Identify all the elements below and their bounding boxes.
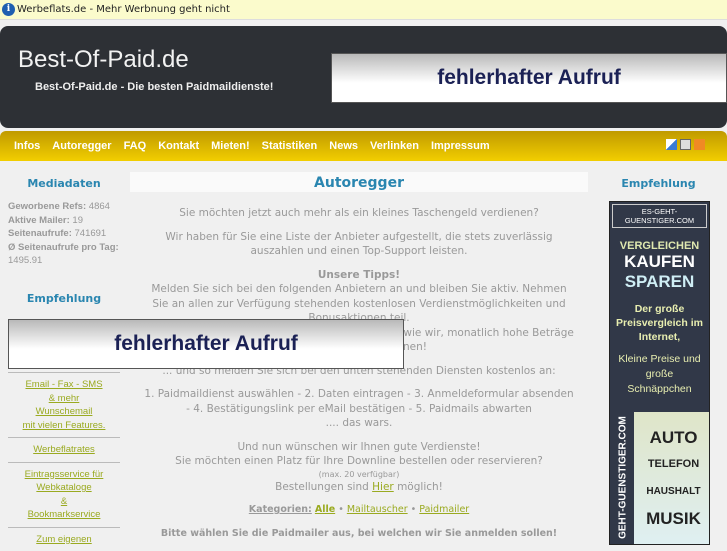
- preisvergleich-banner[interactable]: ES-GEHT-GUENSTIGER.COM VERGLEICHEN KAUFE…: [609, 201, 710, 545]
- downline-text: Sie möchten einen Platz für Ihre Downlin…: [130, 454, 588, 469]
- anbieter-text: Wir haben für Sie eine Liste der Anbiete…: [130, 230, 588, 259]
- wish-text: Und nun wünschen wir Ihnen gute Verdiens…: [130, 440, 588, 455]
- tips-title: Unsere Tipps!: [318, 269, 400, 281]
- info-icon: i: [2, 3, 15, 16]
- site-logo[interactable]: Best-Of-Paid.de: [18, 46, 189, 74]
- nav-news[interactable]: News: [329, 140, 358, 152]
- right-sidebar: Empfehlung: [590, 165, 727, 190]
- steps-end: .... das wars.: [130, 416, 588, 431]
- banner-word: HAUSHALT: [636, 478, 710, 505]
- header-ad-banner[interactable]: fehlerhafter Aufruf: [331, 53, 727, 103]
- banner-word: MUSIK: [636, 505, 710, 532]
- stat-label: Seitenaufrufe:: [8, 228, 72, 239]
- max-text: (max. 20 verfügbar): [130, 469, 588, 480]
- stat-label: Aktive Mailer:: [8, 215, 70, 226]
- print-icon[interactable]: [680, 139, 691, 150]
- order-link[interactable]: Hier: [372, 481, 394, 493]
- sidebar-ad-banner[interactable]: fehlerhafter Aufruf: [8, 319, 404, 369]
- categories-label: Kategorien:: [249, 504, 312, 515]
- banner-line: VERGLEICHEN: [610, 240, 709, 252]
- link-werbeflatrates[interactable]: Werbeflatrates: [0, 438, 128, 462]
- banner-text: Kleine Preise und große Schnäppchen: [610, 352, 709, 397]
- tips-text: Melden Sie sich bei den folgenden Anbiet…: [151, 283, 566, 324]
- site-slogan: Best-Of-Paid.de - Die besten Paidmaildie…: [35, 81, 273, 93]
- order-text: Bestellungen sind: [275, 481, 369, 493]
- nav-faq[interactable]: FAQ: [124, 140, 147, 152]
- nav-infos[interactable]: Infos: [14, 140, 40, 152]
- header: Best-Of-Paid.de Best-Of-Paid.de - Die be…: [0, 26, 727, 128]
- media-stats: Geworbene Refs: 4864 Aktive Mailer: 19 S…: [0, 200, 128, 268]
- category-paidmailer[interactable]: Paidmailer: [419, 504, 469, 515]
- banner-line: SPAREN: [610, 272, 709, 292]
- nav-statistiken[interactable]: Statistiken: [262, 140, 318, 152]
- stat-value: 19: [72, 215, 83, 226]
- nav-impressum[interactable]: Impressum: [431, 140, 490, 152]
- stat-value: 4864: [89, 201, 110, 212]
- link-email-fax-sms[interactable]: Email - Fax - SMS& mehrWunschemailmit vi…: [0, 373, 128, 437]
- banner-word: AUTO: [636, 424, 710, 451]
- rss-icon[interactable]: [694, 139, 705, 150]
- nav-verlinken[interactable]: Verlinken: [370, 140, 419, 152]
- link-eintragsservice[interactable]: Eintragsservice fürWebkataloge&Bookmarks…: [0, 463, 128, 527]
- category-all[interactable]: Alle: [315, 504, 335, 515]
- link-zum-eigenen[interactable]: Zum eigenen: [0, 528, 128, 551]
- order-text-end: möglich!: [397, 481, 443, 493]
- choose-text: Bitte wählen Sie die Paidmailer aus, bei…: [130, 527, 588, 542]
- empfehlung-title-right: Empfehlung: [590, 177, 727, 190]
- intro-text: Sie möchten jetzt auch mehr als ein klei…: [130, 206, 588, 221]
- banner-side-text: GEHT-GUENSTIGER.COM: [618, 413, 629, 543]
- nav-mieten[interactable]: Mieten!: [211, 140, 250, 152]
- steps-text: 1. Paidmaildienst auswählen - 2. Daten e…: [130, 387, 588, 416]
- nav-kontakt[interactable]: Kontakt: [158, 140, 199, 152]
- info-bar[interactable]: iWerbeflats.de - Mehr Werbnung geht nich…: [0, 0, 727, 20]
- stat-label: Geworbene Refs:: [8, 201, 86, 212]
- category-mailtauscher[interactable]: Mailtauscher: [347, 504, 408, 515]
- banner-domain: ES-GEHT-GUENSTIGER.COM: [612, 204, 707, 228]
- page-title: Autoregger: [130, 172, 588, 192]
- main-nav: Infos Autoregger FAQ Kontakt Mieten! Sta…: [0, 131, 727, 161]
- stat-value: 741691: [75, 228, 107, 239]
- bookmark-icon[interactable]: [666, 139, 677, 150]
- banner-line: KAUFEN: [610, 252, 709, 272]
- info-bar-text: Werbeflats.de - Mehr Werbnung geht nicht: [17, 4, 230, 15]
- sidebar-links: Email - Fax - SMS& mehrWunschemailmit vi…: [0, 372, 128, 551]
- mediadaten-title: Mediadaten: [0, 177, 128, 190]
- empfehlung-title: Empfehlung: [0, 292, 128, 305]
- stat-value: 1495.91: [8, 255, 42, 266]
- banner-text: Der große Preisvergleich im Internet,: [610, 302, 709, 344]
- banner-word: TELEFON: [636, 451, 710, 478]
- nav-autoregger[interactable]: Autoregger: [52, 140, 111, 152]
- stat-label: Ø Seitenaufrufe pro Tag:: [8, 242, 119, 253]
